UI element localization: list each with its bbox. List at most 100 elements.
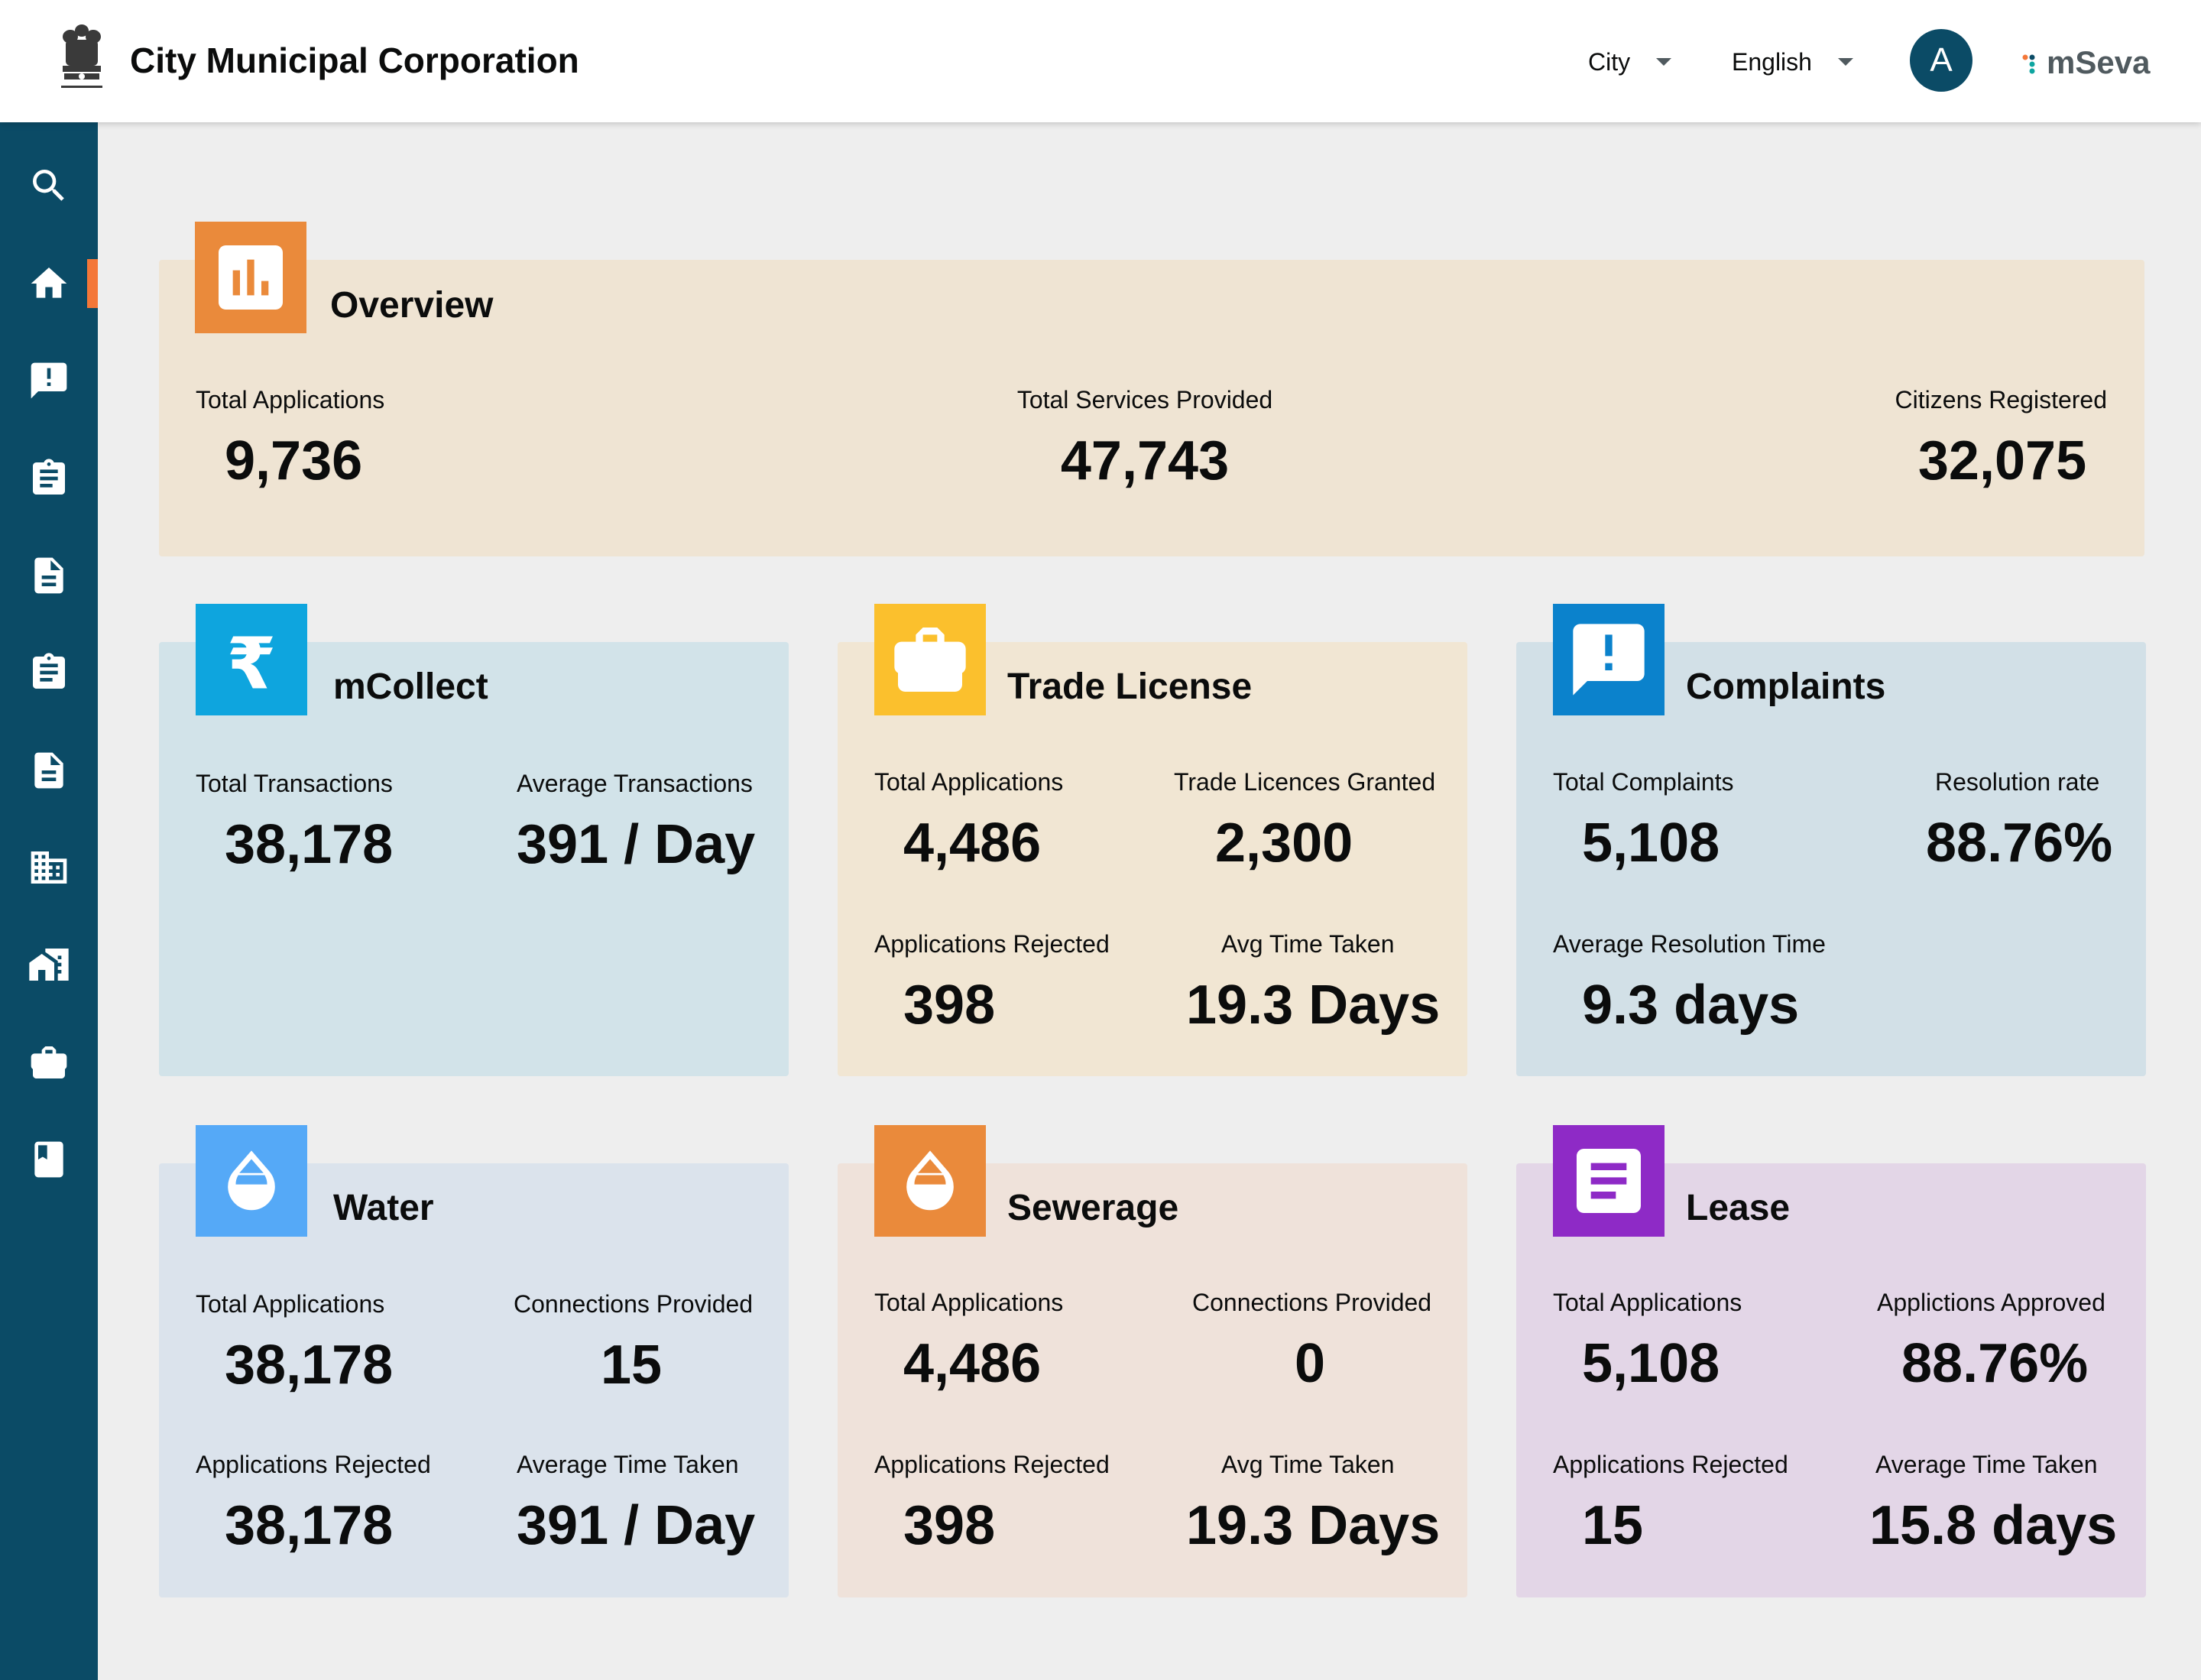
water-metric-label: Applications Rejected	[196, 1451, 431, 1478]
app-title: City Municipal Corporation	[130, 41, 579, 80]
mcollect-metric-value: 38,178	[225, 814, 394, 875]
property-icon	[29, 949, 69, 981]
trade-license-title: Trade License	[1007, 666, 1253, 707]
sidebar-item-documents[interactable]	[0, 541, 98, 610]
sewerage-metric-label: Total Applications	[874, 1289, 1064, 1316]
complaints-metric-label: Resolution rate	[1935, 768, 2100, 796]
water-drop-icon	[228, 1150, 275, 1211]
bar-chart-icon	[219, 245, 283, 310]
trade-license-metric-value: 398	[903, 975, 996, 1036]
overview-metric-value: 32,075	[1917, 430, 2087, 491]
complaints-metric-value: 9.3 days	[1582, 975, 1800, 1036]
water-metric-value: 38,178	[225, 1335, 394, 1396]
top-header: City Municipal Corporation City English …	[0, 0, 2201, 122]
lease-icon-tile	[1553, 1125, 1665, 1237]
lease-metric-label: Applications Rejected	[1553, 1451, 1788, 1478]
overview-metric-value: 9,736	[225, 430, 363, 491]
sewerage-metric-label: Avg Time Taken	[1221, 1451, 1395, 1478]
sidebar-item-home[interactable]	[0, 249, 98, 318]
overview-metric-label: Citizens Registered	[1895, 386, 2107, 414]
mcollect-icon-tile: ₹	[196, 604, 307, 715]
water-icon-tile	[196, 1125, 307, 1237]
document-icon	[34, 557, 63, 594]
overview-metric-label: Total Services Provided	[1016, 386, 1273, 414]
overview-title: Overview	[330, 285, 494, 326]
complaints-metric-label: Average Resolution Time	[1553, 930, 1826, 958]
lease-metric-value: 5,108	[1582, 1333, 1720, 1394]
sidebar	[0, 122, 98, 1680]
language-dropdown[interactable]: English	[1732, 44, 1853, 79]
user-avatar[interactable]: A	[1910, 29, 1972, 92]
lease-title: Lease	[1686, 1188, 1791, 1228]
book-icon	[34, 1141, 63, 1178]
state-emblem-icon	[61, 24, 102, 88]
water-metric-value: 15	[601, 1335, 663, 1396]
complaints-metric-label: Total Complaints	[1553, 768, 1734, 796]
complaints-metric-value: 5,108	[1582, 812, 1720, 874]
trade-license-icon-tile	[874, 604, 986, 715]
mcollect-title: mCollect	[333, 666, 488, 707]
trade-license-metric-value: 19.3 Days	[1186, 975, 1441, 1036]
complaints-title: Complaints	[1686, 666, 1886, 707]
sidebar-item-complaints[interactable]	[0, 346, 98, 415]
trade-license-metric-label: Applications Rejected	[874, 930, 1110, 958]
sidebar-item-trade[interactable]	[0, 1028, 98, 1097]
complaints-metric-value: 88.76%	[1926, 812, 2113, 874]
trade-license-metric-label: Trade Licences Granted	[1174, 768, 1436, 796]
city-dropdown[interactable]: City	[1588, 44, 1672, 79]
sidebar-item-buildings[interactable]	[0, 833, 98, 902]
brand-logo: mSeva	[2022, 44, 2150, 81]
water-metric-label: Total Applications	[196, 1290, 385, 1318]
clipboard-icon	[33, 653, 65, 689]
home-icon	[31, 268, 67, 298]
briefcase-icon	[31, 1046, 67, 1078]
overview-metric-value: 47,743	[1060, 430, 1230, 491]
water-metric-label: Connections Provided	[514, 1290, 754, 1318]
complaint-icon	[1573, 624, 1645, 696]
svg-text:₹: ₹	[227, 622, 277, 702]
lease-metric-value: 15.8 days	[1869, 1495, 2118, 1556]
sewerage-metric-label: Applications Rejected	[874, 1451, 1110, 1478]
complaints-icon-tile	[1553, 604, 1665, 715]
lease-metric-value: 88.76%	[1901, 1333, 2089, 1394]
briefcase-icon	[894, 628, 966, 692]
lease-metric-label: Applictions Approved	[1877, 1289, 2105, 1316]
overview-icon-tile	[195, 222, 306, 333]
water-title: Water	[333, 1188, 434, 1228]
rupee-icon: ₹	[227, 622, 277, 702]
sewerage-icon-tile	[874, 1125, 986, 1237]
lease-metric-label: Total Applications	[1553, 1289, 1742, 1316]
sidebar-item-applications[interactable]	[0, 444, 98, 513]
overview-metric-label: Total Applications	[196, 386, 385, 414]
city-dropdown-label: City	[1588, 47, 1631, 76]
language-dropdown-label: English	[1732, 47, 1812, 76]
sidebar-item-property[interactable]	[0, 930, 98, 999]
sewerage-metric-value: 19.3 Days	[1186, 1495, 1441, 1556]
active-indicator	[87, 259, 98, 308]
sidebar-item-search[interactable]	[0, 151, 98, 220]
search-icon	[33, 170, 64, 201]
document-icon	[34, 752, 63, 789]
lease-metric-label: Average Time Taken	[1875, 1451, 2098, 1478]
lease-document-icon	[1577, 1149, 1641, 1213]
sewerage-metric-value: 0	[1295, 1333, 1326, 1394]
lease-metric-value: 15	[1582, 1495, 1644, 1556]
brand-name: mSeva	[2047, 44, 2151, 80]
sidebar-item-reports[interactable]	[0, 736, 98, 805]
building-icon	[31, 851, 67, 884]
sewerage-title: Sewerage	[1007, 1188, 1179, 1228]
clipboard-icon	[33, 459, 65, 495]
mcollect-metric-label: Total Transactions	[196, 770, 393, 797]
sewerage-metric-label: Connections Provided	[1192, 1289, 1432, 1316]
mcollect-metric-label: Average Transactions	[517, 770, 753, 797]
sidebar-item-guide[interactable]	[0, 1125, 98, 1194]
chevron-down-icon	[1656, 58, 1672, 66]
water-drop-icon	[906, 1150, 954, 1211]
trade-license-metric-label: Avg Time Taken	[1221, 930, 1395, 958]
trade-license-metric-value: 4,486	[903, 812, 1042, 874]
trade-license-metric-label: Total Applications	[874, 768, 1064, 796]
complaint-icon	[31, 362, 67, 399]
mcollect-metric-value: 391 / Day	[517, 814, 756, 875]
sidebar-item-records[interactable]	[0, 638, 98, 707]
mseva-logo-icon	[2022, 54, 2035, 74]
